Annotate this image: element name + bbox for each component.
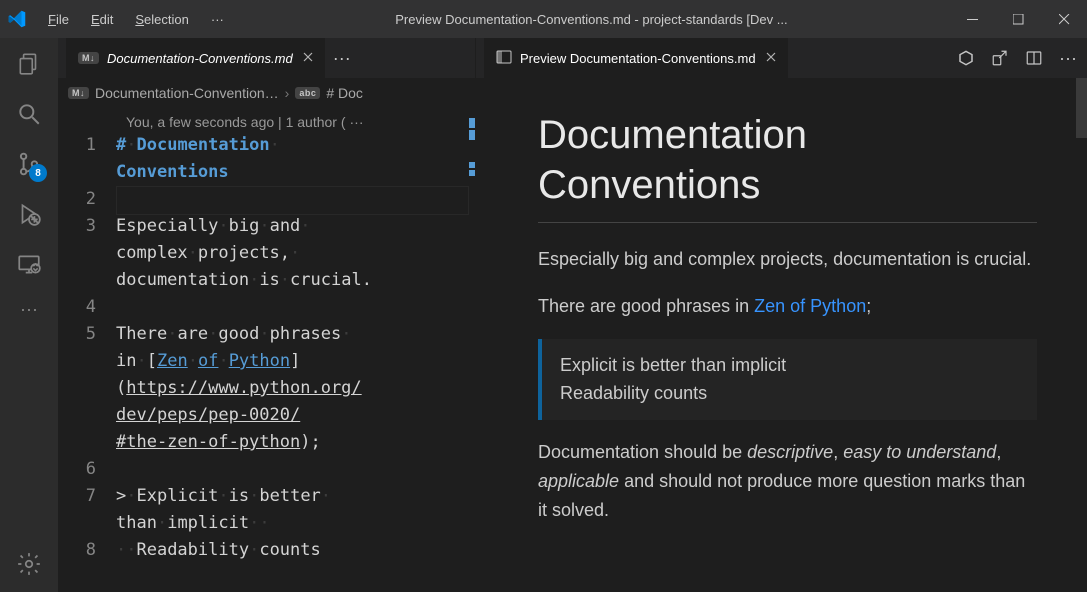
- code-line[interactable]: (https://www.python.org/: [58, 375, 475, 402]
- preview-paragraph: There are good phrases in Zen of Python;: [538, 292, 1037, 321]
- code-line[interactable]: 7>·Explicit·is·better·: [58, 483, 475, 510]
- tab-title: Documentation-Conventions.md: [107, 51, 293, 66]
- source-control-icon[interactable]: 8: [15, 150, 43, 178]
- editor-area: M↓ Documentation-Conventions.md ··· M↓ D…: [58, 38, 1087, 592]
- tab-actions-right: ···: [957, 48, 1077, 69]
- menu-edit[interactable]: Edit: [81, 8, 123, 31]
- close-tab-icon[interactable]: [764, 50, 778, 67]
- symbol-string-icon: abc: [295, 87, 320, 99]
- preview-heading: Documentation Conventions: [538, 110, 1037, 223]
- search-icon[interactable]: [15, 100, 43, 128]
- code-line[interactable]: 3Especially·big·and·: [58, 213, 475, 240]
- code-line[interactable]: 2: [58, 186, 475, 213]
- line-number: 2: [58, 186, 116, 213]
- code-line[interactable]: dev/peps/pep-0020/: [58, 402, 475, 429]
- code-line[interactable]: 1#·Documentation·: [58, 132, 475, 159]
- menu-selection[interactable]: Selection: [125, 8, 198, 31]
- code-line[interactable]: 6: [58, 456, 475, 483]
- editor-body-source[interactable]: You, a few seconds ago | 1 author (··· 1…: [58, 108, 475, 592]
- code-line[interactable]: 5There·are·good·phrases·: [58, 321, 475, 348]
- maximize-button[interactable]: [995, 0, 1041, 38]
- line-number: 3: [58, 213, 116, 240]
- tabs-right: Preview Documentation-Conventions.md: [476, 38, 1087, 78]
- line-number: 8: [58, 537, 116, 564]
- line-number: 6: [58, 456, 116, 483]
- split-editor-icon[interactable]: [1025, 49, 1043, 67]
- line-number: 7: [58, 483, 116, 510]
- code-line[interactable]: 4: [58, 294, 475, 321]
- code-line[interactable]: #the-zen-of-python);: [58, 429, 475, 456]
- activity-bar: 8 ···: [0, 38, 58, 592]
- tabs-left: M↓ Documentation-Conventions.md ···: [58, 38, 475, 78]
- menu-file[interactable]: File: [38, 8, 79, 31]
- editor-group-source: M↓ Documentation-Conventions.md ··· M↓ D…: [58, 38, 476, 592]
- close-button[interactable]: [1041, 0, 1087, 38]
- window-controls: [949, 0, 1087, 38]
- window-title: Preview Documentation-Conventions.md - p…: [234, 12, 949, 27]
- tab-actions-left: ···: [333, 48, 351, 69]
- editor-group-preview: Preview Documentation-Conventions.md: [476, 38, 1087, 592]
- run-debug-icon[interactable]: [15, 200, 43, 228]
- main-area: 8 ··· M↓ Documentation-Conventions.md: [0, 38, 1087, 592]
- open-changes-icon[interactable]: [991, 49, 1009, 67]
- scrollbar-thumb[interactable]: [1076, 78, 1087, 138]
- code-line[interactable]: complex·projects,·: [58, 240, 475, 267]
- preview-blockquote: Explicit is better than implicitReadabil…: [538, 339, 1037, 421]
- code-line[interactable]: Conventions: [58, 159, 475, 186]
- close-tab-icon[interactable]: [301, 50, 315, 67]
- breadcrumb-symbol: # Doc: [326, 85, 363, 101]
- title-bar: FileEditSelection··· Preview Documentati…: [0, 0, 1087, 38]
- markdown-file-icon: M↓: [78, 52, 99, 64]
- show-source-icon[interactable]: [957, 49, 975, 67]
- settings-gear-icon[interactable]: [15, 550, 43, 578]
- menu-[interactable]: ···: [201, 8, 234, 31]
- line-number: 5: [58, 321, 116, 348]
- preview-link-zen-of-python[interactable]: Zen of Python: [754, 296, 866, 316]
- code-line[interactable]: documentation·is·crucial.: [58, 267, 475, 294]
- code-line[interactable]: than·implicit··: [58, 510, 475, 537]
- editor-more-actions-icon[interactable]: ···: [333, 48, 351, 69]
- line-number: 1: [58, 132, 116, 159]
- markdown-file-icon: M↓: [68, 87, 89, 99]
- breadcrumb-left[interactable]: M↓ Documentation-Convention… › abc # Doc: [58, 78, 475, 108]
- code-line[interactable]: 8··Readability·counts: [58, 537, 475, 564]
- breadcrumb-file: Documentation-Convention…: [95, 85, 279, 101]
- tab-documentation-conventions[interactable]: M↓ Documentation-Conventions.md: [66, 38, 325, 78]
- main-menu: FileEditSelection···: [38, 8, 234, 31]
- activity-overflow-icon[interactable]: ···: [15, 300, 43, 318]
- chevron-right-icon: ›: [285, 85, 290, 101]
- line-number: 4: [58, 294, 116, 321]
- gitlens-codelens[interactable]: You, a few seconds ago | 1 author (···: [126, 108, 475, 132]
- scm-badge: 8: [29, 164, 47, 182]
- vscode-logo-icon: [8, 10, 26, 28]
- preview-paragraph: Especially big and complex projects, doc…: [538, 245, 1037, 274]
- minimize-button[interactable]: [949, 0, 995, 38]
- markdown-preview[interactable]: Documentation Conventions Especially big…: [476, 78, 1087, 592]
- tab-title: Preview Documentation-Conventions.md: [520, 51, 756, 66]
- preview-paragraph: Documentation should be descriptive, eas…: [538, 438, 1037, 524]
- code-line[interactable]: in·[Zen·of·Python]: [58, 348, 475, 375]
- more-actions-icon[interactable]: ···: [1059, 48, 1077, 69]
- tab-preview[interactable]: Preview Documentation-Conventions.md: [484, 38, 788, 78]
- remote-explorer-icon[interactable]: [15, 250, 43, 278]
- explorer-icon[interactable]: [15, 50, 43, 78]
- preview-file-icon: [496, 49, 512, 68]
